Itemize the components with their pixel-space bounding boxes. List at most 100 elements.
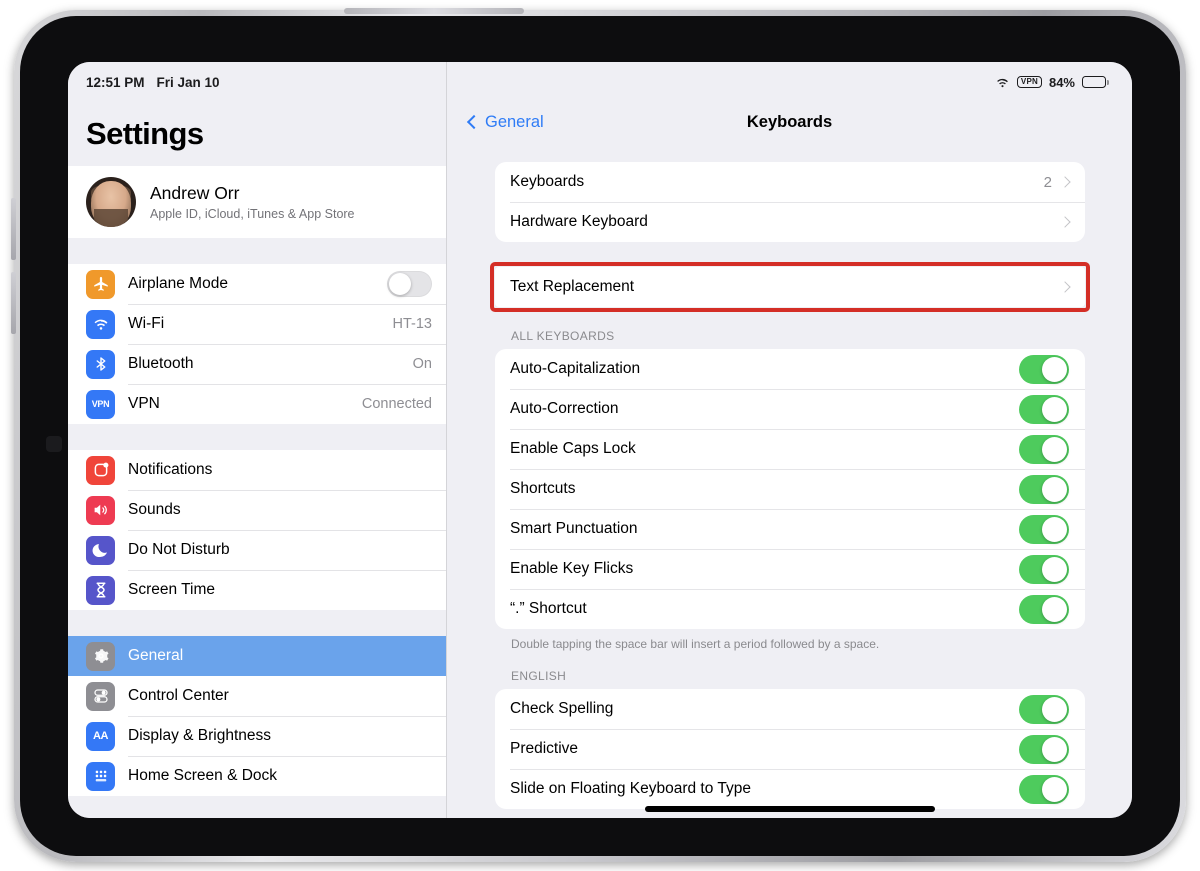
section-header-english: ENGLISH xyxy=(495,652,1085,689)
battery-icon xyxy=(1082,76,1106,88)
sidebar-item-label: Airplane Mode xyxy=(128,275,387,293)
wifi-icon xyxy=(86,310,115,339)
volume-down-button[interactable] xyxy=(11,272,16,334)
sidebar-item-home-screen-dock[interactable]: Home Screen & Dock xyxy=(68,756,446,796)
row-keyboards[interactable]: Keyboards 2 xyxy=(495,162,1085,202)
all-keyboards-card: Auto-Capitalization Auto-Correction Enab… xyxy=(495,349,1085,629)
sidebar-item-label: Display & Brightness xyxy=(128,727,432,745)
chevron-left-icon xyxy=(467,115,481,129)
sidebar-item-screen-time[interactable]: Screen Time xyxy=(68,570,446,610)
volume-up-button[interactable] xyxy=(11,198,16,260)
status-bar-left: 12:51 PM Fri Jan 10 xyxy=(68,62,446,96)
sidebar-item-value: Connected xyxy=(362,396,432,412)
row-label: Enable Key Flicks xyxy=(510,560,1019,578)
bluetooth-icon xyxy=(86,350,115,379)
moon-icon xyxy=(86,536,115,565)
status-bar-right: VPN 84% xyxy=(447,62,1132,96)
annotation-highlight-box: Text Replacement xyxy=(490,262,1090,312)
row-label: Hardware Keyboard xyxy=(510,213,1061,231)
hourglass-icon xyxy=(86,576,115,605)
sidebar-item-label: Home Screen & Dock xyxy=(128,767,432,785)
sounds-icon xyxy=(86,496,115,525)
detail-scroll-area[interactable]: Keyboards 2 Hardware Keyboard Text R xyxy=(447,148,1132,809)
period-shortcut-toggle[interactable] xyxy=(1019,595,1069,624)
auto-correction-toggle[interactable] xyxy=(1019,395,1069,424)
sidebar-item-notifications[interactable]: Notifications xyxy=(68,450,446,490)
predictive-toggle[interactable] xyxy=(1019,735,1069,764)
status-date: Fri Jan 10 xyxy=(157,75,220,90)
row-slide-on-floating-keyboard[interactable]: Slide on Floating Keyboard to Type xyxy=(495,769,1085,809)
sidebar-item-label: Control Center xyxy=(128,687,432,705)
enable-caps-lock-toggle[interactable] xyxy=(1019,435,1069,464)
avatar xyxy=(86,177,136,227)
settings-sidebar: 12:51 PM Fri Jan 10 Settings Andrew Orr … xyxy=(68,62,447,818)
sidebar-item-label: Do Not Disturb xyxy=(128,541,432,559)
sidebar-item-do-not-disturb[interactable]: Do Not Disturb xyxy=(68,530,446,570)
sidebar-item-label: Screen Time xyxy=(128,581,432,599)
row-smart-punctuation[interactable]: Smart Punctuation xyxy=(495,509,1085,549)
sidebar-spacer xyxy=(68,238,446,264)
sidebar-item-label: VPN xyxy=(128,395,362,413)
auto-capitalization-toggle[interactable] xyxy=(1019,355,1069,384)
navigation-bar: General Keyboards xyxy=(447,96,1132,148)
airplane-mode-toggle[interactable] xyxy=(387,271,432,297)
ipad-device-frame: 12:51 PM Fri Jan 10 Settings Andrew Orr … xyxy=(14,10,1186,862)
row-hardware-keyboard[interactable]: Hardware Keyboard xyxy=(495,202,1085,242)
row-label: Smart Punctuation xyxy=(510,520,1019,538)
row-label: “.” Shortcut xyxy=(510,600,1019,618)
sidebar-item-label: General xyxy=(128,647,432,665)
apple-id-profile-row[interactable]: Andrew Orr Apple ID, iCloud, iTunes & Ap… xyxy=(68,166,446,238)
keyboards-count: 2 xyxy=(1044,174,1052,191)
sidebar-spacer xyxy=(68,610,446,636)
row-label: Text Replacement xyxy=(510,278,1061,296)
row-period-shortcut[interactable]: “.” Shortcut xyxy=(495,589,1085,629)
antenna-strip xyxy=(344,8,524,14)
row-auto-capitalization[interactable]: Auto-Capitalization xyxy=(495,349,1085,389)
sidebar-spacer xyxy=(68,424,446,450)
sidebar-item-wifi[interactable]: Wi-Fi HT-13 xyxy=(68,304,446,344)
row-text-replacement[interactable]: Text Replacement xyxy=(495,267,1085,307)
display-brightness-icon: AA xyxy=(86,722,115,751)
sidebar-item-display-brightness[interactable]: AA Display & Brightness xyxy=(68,716,446,756)
smart-punctuation-toggle[interactable] xyxy=(1019,515,1069,544)
sidebar-item-sounds[interactable]: Sounds xyxy=(68,490,446,530)
slide-floating-keyboard-toggle[interactable] xyxy=(1019,775,1069,804)
sidebar-group-system: General Control Center AA Display & Brig… xyxy=(68,636,446,796)
sidebar-group-connectivity: Airplane Mode Wi-Fi HT-13 xyxy=(68,264,446,424)
sidebar-item-label: Notifications xyxy=(128,461,432,479)
sidebar-item-vpn[interactable]: VPN VPN Connected xyxy=(68,384,446,424)
battery-percent-label: 84% xyxy=(1049,75,1075,90)
sidebar-item-label: Bluetooth xyxy=(128,355,413,373)
row-predictive[interactable]: Predictive xyxy=(495,729,1085,769)
sidebar-item-label: Sounds xyxy=(128,501,432,519)
device-bezel: 12:51 PM Fri Jan 10 Settings Andrew Orr … xyxy=(20,16,1180,856)
sidebar-item-airplane-mode[interactable]: Airplane Mode xyxy=(68,264,446,304)
device-screen: 12:51 PM Fri Jan 10 Settings Andrew Orr … xyxy=(68,62,1132,818)
row-auto-correction[interactable]: Auto-Correction xyxy=(495,389,1085,429)
nav-title: Keyboards xyxy=(447,113,1132,132)
front-camera xyxy=(46,436,62,452)
row-check-spelling[interactable]: Check Spelling xyxy=(495,689,1085,729)
english-card: Check Spelling Predictive Slide on Float… xyxy=(495,689,1085,809)
gear-icon xyxy=(86,642,115,671)
notifications-icon xyxy=(86,456,115,485)
sidebar-item-bluetooth[interactable]: Bluetooth On xyxy=(68,344,446,384)
check-spelling-toggle[interactable] xyxy=(1019,695,1069,724)
row-label: Keyboards xyxy=(510,173,1044,191)
row-enable-caps-lock[interactable]: Enable Caps Lock xyxy=(495,429,1085,469)
keyboards-detail-pane: VPN 84% General Keyboards Keyboards xyxy=(447,62,1132,818)
row-shortcuts[interactable]: Shortcuts xyxy=(495,469,1085,509)
row-label: Enable Caps Lock xyxy=(510,440,1019,458)
row-label: Shortcuts xyxy=(510,480,1019,498)
home-screen-dock-icon xyxy=(86,762,115,791)
sidebar-item-control-center[interactable]: Control Center xyxy=(68,676,446,716)
enable-key-flicks-toggle[interactable] xyxy=(1019,555,1069,584)
airplane-icon xyxy=(86,270,115,299)
sidebar-item-value: HT-13 xyxy=(393,316,433,332)
row-enable-key-flicks[interactable]: Enable Key Flicks xyxy=(495,549,1085,589)
back-button[interactable]: General xyxy=(469,113,544,132)
chevron-right-icon xyxy=(1059,216,1070,227)
sidebar-item-general[interactable]: General xyxy=(68,636,446,676)
home-indicator[interactable] xyxy=(645,806,935,812)
shortcuts-toggle[interactable] xyxy=(1019,475,1069,504)
